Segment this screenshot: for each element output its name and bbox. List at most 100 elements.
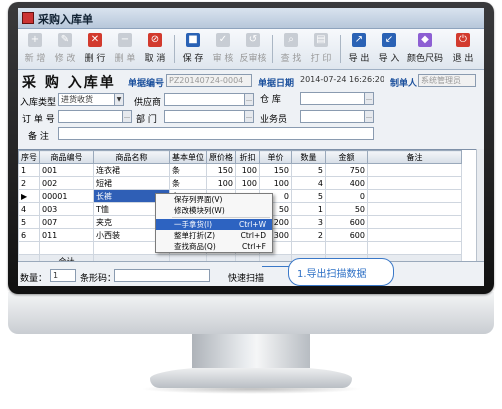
- remark-field[interactable]: [58, 127, 374, 140]
- cell[interactable]: 1: [291, 202, 326, 216]
- doc-date-label: 单据日期: [258, 79, 295, 89]
- column-header[interactable]: 金额: [325, 150, 368, 164]
- lookup-icon[interactable]: …: [244, 111, 253, 122]
- cell[interactable]: 003: [39, 202, 94, 216]
- lookup-icon[interactable]: …: [364, 111, 373, 122]
- column-header[interactable]: 基本单位: [169, 150, 207, 164]
- cell[interactable]: [367, 202, 462, 216]
- cell[interactable]: 400: [325, 176, 368, 190]
- delete-row-button[interactable]: ✕ 删 行: [80, 31, 110, 67]
- row-number: 1: [18, 163, 40, 177]
- cell[interactable]: 007: [39, 215, 94, 229]
- export-button[interactable]: ↗ 导 出: [344, 31, 374, 67]
- menu-item-quick-pick[interactable]: 一手拿货(I) Ctrl+W: [156, 219, 272, 230]
- callout-line: [262, 266, 290, 267]
- cell[interactable]: 100: [206, 176, 236, 190]
- cell[interactable]: [367, 163, 462, 177]
- approve-button[interactable]: ✓ 审 核: [208, 31, 238, 67]
- window-titlebar: 采购入库单: [18, 8, 484, 29]
- cell[interactable]: 短裙: [93, 176, 170, 190]
- warehouse-field[interactable]: …: [300, 92, 374, 105]
- exit-button[interactable]: ⏻ 退 出: [448, 31, 478, 67]
- qty-input[interactable]: 1: [50, 269, 76, 282]
- cell[interactable]: 001: [39, 163, 94, 177]
- maker-field[interactable]: 系统管理员: [418, 74, 476, 87]
- toolbar-divider: [272, 35, 273, 63]
- lookup-icon[interactable]: …: [364, 93, 373, 104]
- unapprove-button[interactable]: ↺ 反审核: [238, 31, 268, 67]
- color-size-button[interactable]: ◆ 颜色尺码: [404, 31, 446, 67]
- dept-field[interactable]: …: [164, 110, 254, 123]
- cell[interactable]: 4: [291, 176, 326, 190]
- type-label: 入库类型: [20, 98, 57, 108]
- clerk-field[interactable]: …: [300, 110, 374, 123]
- find-button[interactable]: ⌕ 查 找: [276, 31, 306, 67]
- save-button[interactable]: ■ 保 存: [178, 31, 208, 67]
- column-header[interactable]: 单价: [259, 150, 292, 164]
- cell[interactable]: 100: [259, 176, 292, 190]
- cell[interactable]: 2: [291, 228, 326, 242]
- chevron-down-icon[interactable]: ▼: [114, 94, 123, 105]
- column-header[interactable]: 商品名称: [93, 150, 170, 164]
- cell[interactable]: 600: [325, 228, 368, 242]
- menu-item-find-product[interactable]: 查找商品(Q) Ctrl+F: [156, 241, 272, 252]
- cell[interactable]: 条: [169, 176, 207, 190]
- barcode-input[interactable]: [114, 269, 210, 282]
- barcode-label: 条形码：: [80, 274, 117, 284]
- delete-row-icon: ✕: [88, 33, 102, 47]
- cell[interactable]: 600: [325, 215, 368, 229]
- toolbar-divider: [174, 35, 175, 63]
- print-button[interactable]: ▤ 打 印: [306, 31, 336, 67]
- grid-scrollbar[interactable]: [476, 149, 484, 261]
- cell[interactable]: 5: [291, 163, 326, 177]
- cell[interactable]: 连衣裙: [93, 163, 170, 177]
- delete-doc-button[interactable]: − 删 单: [110, 31, 140, 67]
- menu-item-edit-columns[interactable]: 修改模块列(W): [156, 205, 272, 216]
- cell[interactable]: 条: [169, 163, 207, 177]
- column-header[interactable]: 序号: [18, 150, 40, 164]
- lookup-icon[interactable]: …: [122, 111, 131, 122]
- cell[interactable]: 3: [291, 215, 326, 229]
- toolbar-divider: [340, 35, 341, 63]
- cell[interactable]: 50: [325, 202, 368, 216]
- lookup-icon[interactable]: …: [244, 94, 253, 105]
- warehouse-label: 仓 库: [260, 95, 281, 105]
- supplier-field[interactable]: …: [164, 93, 254, 106]
- cell[interactable]: 100: [235, 176, 260, 190]
- cell[interactable]: 0: [325, 189, 368, 203]
- table-row[interactable]: 1 001 连衣裙条 150 100 150 5 750: [18, 163, 462, 177]
- type-value: 进货收货: [61, 95, 93, 104]
- column-header[interactable]: 折扣: [235, 150, 260, 164]
- table-row[interactable]: 2 002 短裙条 100 100 100 4 400: [18, 176, 462, 190]
- column-header[interactable]: 商品编号: [39, 150, 94, 164]
- menu-item-save-columns[interactable]: 保存列界面(V): [156, 194, 272, 205]
- cell[interactable]: 100: [235, 163, 260, 177]
- edit-button[interactable]: ✎ 修 改: [50, 31, 80, 67]
- dept-label: 部 门: [136, 115, 157, 125]
- cell[interactable]: 150: [206, 163, 236, 177]
- cell[interactable]: 150: [259, 163, 292, 177]
- cell[interactable]: 750: [325, 163, 368, 177]
- quick-scan-button[interactable]: 快速扫描: [228, 271, 264, 284]
- column-header[interactable]: 数量: [291, 150, 326, 164]
- cell[interactable]: 002: [39, 176, 94, 190]
- type-select[interactable]: 进货收货 ▼: [58, 93, 124, 106]
- cell[interactable]: 00001: [39, 189, 94, 203]
- cancel-button[interactable]: ⊘ 取 消: [140, 31, 170, 67]
- new-button[interactable]: + 新 增: [20, 31, 50, 67]
- cell[interactable]: [367, 176, 462, 190]
- column-header[interactable]: 备注: [367, 150, 462, 164]
- doc-date-field[interactable]: 2014-07-24 16:26:20: [298, 74, 384, 85]
- cell[interactable]: 5: [291, 189, 326, 203]
- menu-item-discount[interactable]: 整单打折(Z) Ctrl+D: [156, 230, 272, 241]
- menu-divider: [172, 217, 270, 218]
- doc-no-field[interactable]: PZ20140724-0004: [166, 74, 252, 87]
- cell[interactable]: [367, 228, 462, 242]
- cell[interactable]: [367, 189, 462, 203]
- cell[interactable]: [367, 215, 462, 229]
- order-no-field[interactable]: …: [58, 110, 132, 123]
- import-button[interactable]: ↙ 导 入: [374, 31, 404, 67]
- column-header[interactable]: 原价格: [206, 150, 236, 164]
- cell[interactable]: 011: [39, 228, 94, 242]
- annotation-callout: 1.导出扫描数据: [288, 258, 394, 286]
